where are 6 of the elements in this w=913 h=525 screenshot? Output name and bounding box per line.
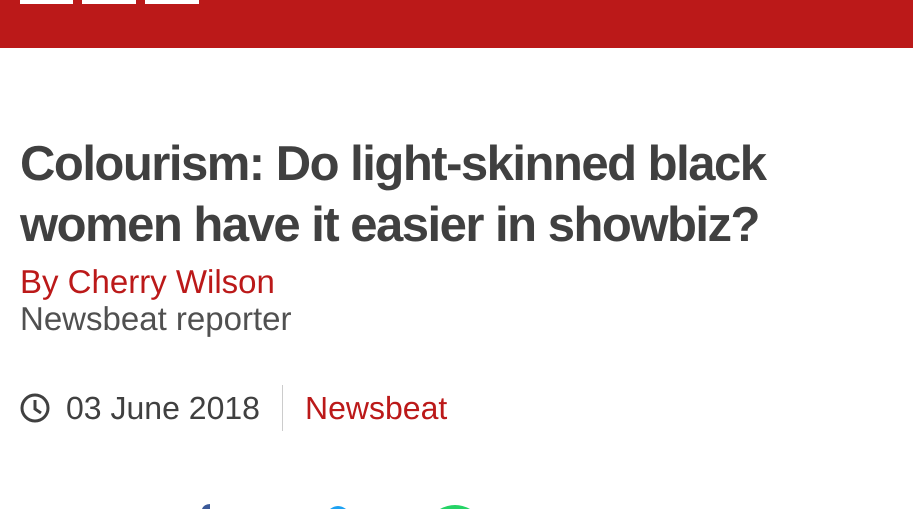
section-link[interactable]: Newsbeat xyxy=(304,390,448,426)
headline: Colourism: Do light-skinned black women have it easier in showbiz? xyxy=(20,136,768,254)
author-role: Newsbeat reporter xyxy=(20,300,292,339)
clock-icon xyxy=(20,393,50,423)
byline-author[interactable]: By Cherry Wilson xyxy=(20,262,893,302)
publish-date: 03 June 2018 xyxy=(66,390,260,426)
